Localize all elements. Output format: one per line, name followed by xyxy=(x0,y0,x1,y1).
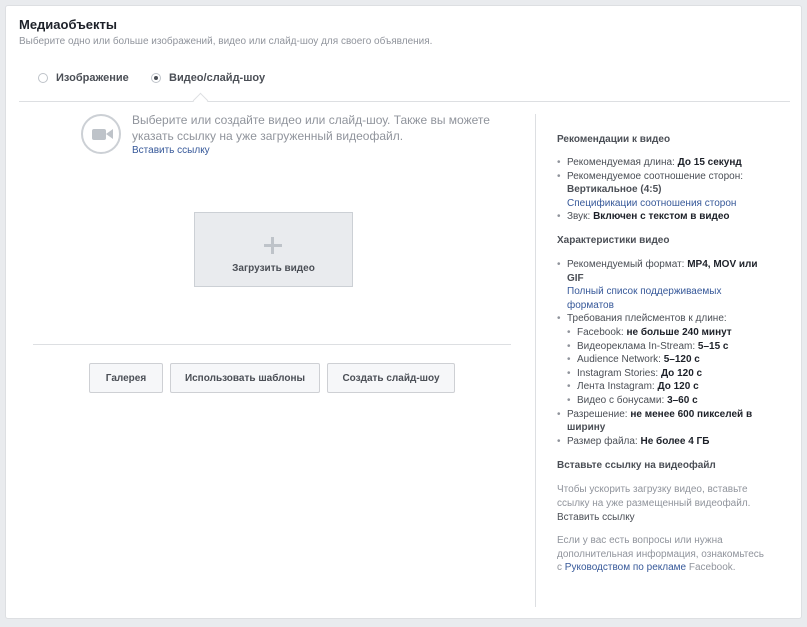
radio-circle[interactable] xyxy=(38,73,48,83)
media-card: Медиаобъекты Выберите одно или больше из… xyxy=(5,5,802,619)
upload-video-button[interactable]: Загрузить видео xyxy=(194,212,353,287)
help-text: Если у вас есть вопросы или нужна дополн… xyxy=(557,535,765,574)
tab-divider xyxy=(19,101,790,102)
list-item: Audience Network: 5–120 с xyxy=(557,353,772,367)
gallery-button[interactable]: Галерея xyxy=(89,363,163,393)
supported-formats-link[interactable]: Полный список поддерживаемых форматов xyxy=(557,285,772,312)
section-subtitle: Выберите одно или больше изображений, ви… xyxy=(19,36,433,47)
list-item: Рекомендуемый формат: MP4, MOV или xyxy=(557,258,772,272)
radio-image-label: Изображение xyxy=(56,72,129,84)
create-slideshow-button[interactable]: Создать слайд-шоу xyxy=(327,363,455,393)
list-item: Рекомендуемая длина: До 15 секунд xyxy=(557,156,772,170)
list-item: Разрешение: не менее 600 пикселей в xyxy=(557,408,772,422)
paste-video-link[interactable]: Вставить ссылку xyxy=(557,511,772,525)
radio-video-label: Видео/слайд-шоу xyxy=(169,72,266,84)
section-title: Медиаобъекты xyxy=(19,17,118,32)
recommendations-list: Рекомендуемая длина: До 15 секунд Рекоме… xyxy=(557,156,772,224)
radio-image[interactable]: Изображение xyxy=(38,72,129,84)
list-item: Видео с бонусами: 3–60 с xyxy=(557,394,772,408)
radio-video-slideshow[interactable]: Видео/слайд-шоу xyxy=(151,72,265,84)
list-item: Звук: Включен с текстом в видео xyxy=(557,210,772,224)
list-item: Видеореклама In-Stream: 5–15 с xyxy=(557,340,772,354)
advertising-guide-link[interactable]: Руководством по рекламе xyxy=(565,562,686,573)
upload-video-label: Загрузить видео xyxy=(232,263,315,274)
divider xyxy=(33,344,511,345)
use-templates-button[interactable]: Использовать шаблоны xyxy=(170,363,320,393)
list-item: Требования плейсментов к длине: xyxy=(557,312,772,326)
list-item: Лента Instagram: До 120 с xyxy=(557,380,772,394)
characteristics-list: Рекомендуемый формат: MP4, MOV или GIF П… xyxy=(557,258,772,448)
list-item: Рекомендуемое соотношение сторон: xyxy=(557,170,772,184)
recommendations-title: Рекомендации к видео xyxy=(557,134,671,145)
paste-link-text: Чтобы ускорить загрузку видео, вставьте … xyxy=(557,484,751,509)
list-item: Facebook: не больше 240 минут xyxy=(557,326,772,340)
tab-pointer xyxy=(192,92,209,109)
video-camera-icon xyxy=(81,114,121,154)
list-item: Размер файла: Не более 4 ГБ xyxy=(557,435,772,449)
list-item: Instagram Stories: До 120 с xyxy=(557,367,772,381)
radio-circle-selected[interactable] xyxy=(151,73,161,83)
aspect-ratio-specs-link[interactable]: Спецификации соотношения сторон xyxy=(557,197,772,211)
paste-link-link[interactable]: Вставить ссылку xyxy=(132,145,210,156)
column-divider xyxy=(535,114,536,607)
characteristics-title: Характеристики видео xyxy=(557,235,670,246)
paste-link-title: Вставьте ссылку на видеофайл xyxy=(557,460,716,471)
intro-text: Выберите или создайте видео или слайд-шо… xyxy=(132,113,490,143)
